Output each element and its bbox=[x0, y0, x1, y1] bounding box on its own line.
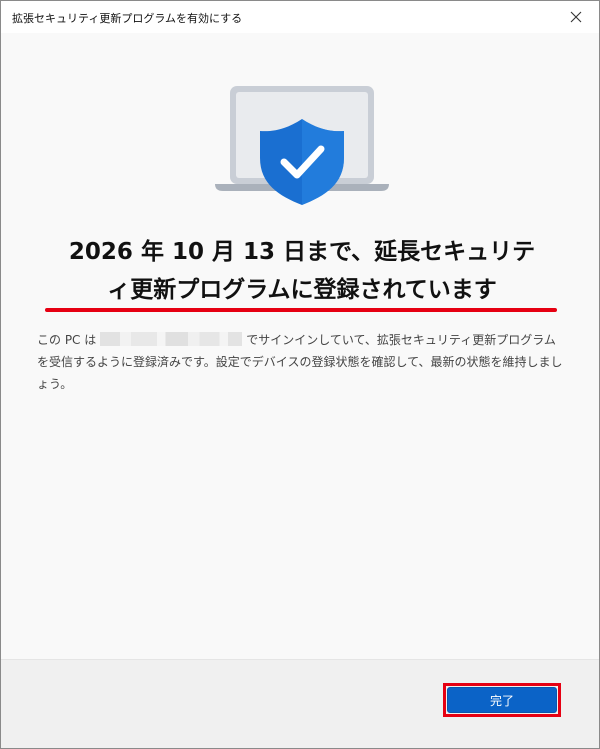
redacted-account bbox=[100, 332, 243, 346]
description-text: この PC はでサインインしていて、拡張セキュリティ更新プログラムを受信するよう… bbox=[37, 329, 565, 395]
description-prefix: この PC は bbox=[37, 333, 97, 347]
headline-line-2: ィ更新プログラムに登録されています bbox=[107, 277, 497, 303]
headline: 2026 年 10 月 13 日まで、延長セキュリテ ィ更新プログラムに登録され… bbox=[37, 233, 567, 309]
close-button[interactable] bbox=[553, 1, 599, 33]
done-button[interactable]: 完了 bbox=[447, 687, 557, 713]
red-underline-annotation bbox=[45, 308, 557, 312]
title-bar: 拡張セキュリティ更新プログラムを有効にする bbox=[1, 1, 599, 33]
enrollment-dialog: 拡張セキュリティ更新プログラムを有効にする 2026 年 10 月 13 日まで… bbox=[0, 0, 600, 749]
dialog-footer: 完了 bbox=[1, 659, 599, 748]
laptop-shield-check-icon bbox=[215, 86, 389, 205]
window-title: 拡張セキュリティ更新プログラムを有効にする bbox=[12, 12, 243, 25]
close-icon bbox=[570, 11, 582, 23]
done-button-highlight: 完了 bbox=[443, 683, 561, 717]
headline-line-1: 2026 年 10 月 13 日まで、延長セキュリテ bbox=[68, 239, 536, 265]
